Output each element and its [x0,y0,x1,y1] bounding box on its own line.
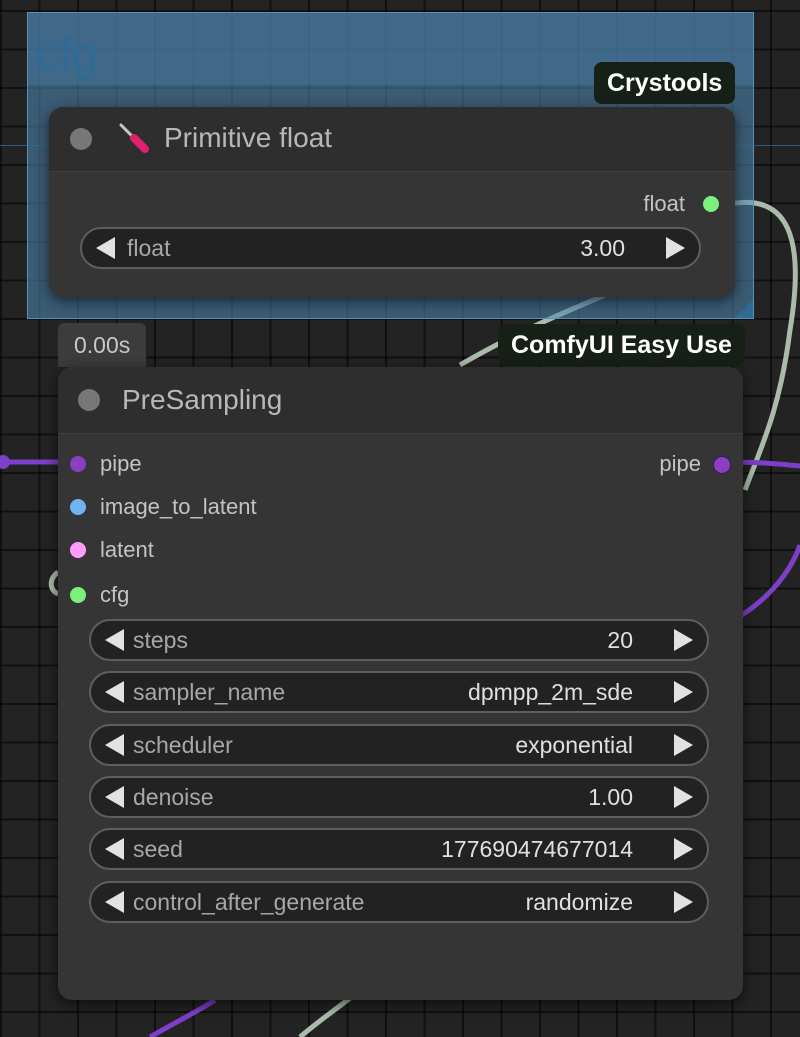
increment-arrow-icon[interactable] [674,838,693,860]
output-label: pipe [659,451,701,476]
screwdriver-icon [119,123,149,153]
output-slot-pipe[interactable]: pipe [659,449,731,479]
steps-widget[interactable]: steps 20 [89,619,709,661]
increment-arrow-icon[interactable] [674,891,693,913]
presampling-titlebar[interactable]: PreSampling [58,367,743,434]
increment-arrow-icon[interactable] [666,237,685,259]
decrement-arrow-icon[interactable] [105,681,124,703]
increment-arrow-icon[interactable] [674,786,693,808]
collapse-dot-icon[interactable] [78,389,100,411]
increment-arrow-icon[interactable] [674,734,693,756]
control-after-generate-widget[interactable]: control_after_generate randomize [89,881,709,923]
widget-label: sampler_name [133,679,286,705]
input-dot-icon[interactable] [70,542,86,558]
widget-label: scheduler [133,732,233,758]
link-float-left [48,570,60,597]
widget-value[interactable]: 1.00 [588,778,633,816]
decrement-arrow-icon[interactable] [96,237,115,259]
primitive-float-titlebar[interactable]: Primitive float [49,107,735,172]
widget-label: steps [133,627,188,653]
output-dot-icon[interactable] [713,456,731,474]
widget-value[interactable]: 177690474677014 [441,830,633,868]
scheduler-widget[interactable]: scheduler exponential [89,724,709,766]
decrement-arrow-icon[interactable] [105,629,124,651]
widget-value[interactable]: randomize [526,883,633,921]
node-title: PreSampling [122,384,283,415]
decrement-arrow-icon[interactable] [105,838,124,860]
execution-time-badge: 0.00s [58,323,147,367]
widget-value[interactable]: dpmpp_2m_sde [468,673,633,711]
input-dot-icon[interactable] [70,587,86,603]
link-pipe-right [740,544,800,618]
input-slot-image-to-latent[interactable]: image_to_latent [70,492,257,522]
widget-value[interactable]: 3.00 [580,229,625,267]
widget-label: seed [133,836,183,862]
input-dot-icon[interactable] [70,499,86,515]
collapse-dot-icon[interactable] [70,128,92,150]
increment-arrow-icon[interactable] [674,681,693,703]
decrement-arrow-icon[interactable] [105,734,124,756]
link-endpoint [0,455,10,469]
input-label: image_to_latent [100,494,257,519]
widget-value[interactable]: exponential [515,726,633,764]
seed-widget[interactable]: seed 177690474677014 [89,828,709,870]
input-dot-icon[interactable] [70,456,86,472]
decrement-arrow-icon[interactable] [105,891,124,913]
input-slot-pipe[interactable]: pipe [70,449,142,479]
input-label: latent [100,537,154,562]
link-pipe-bottom [148,997,217,1037]
widget-value[interactable]: 20 [607,621,633,659]
increment-arrow-icon[interactable] [674,629,693,651]
output-label: float [643,191,685,216]
output-dot-icon[interactable] [703,196,719,212]
input-label: cfg [100,582,130,607]
group-title: cfg [36,28,98,80]
primitive-float-node[interactable]: Primitive float float float 3.00 [49,107,735,297]
crystools-badge: Crystools [594,62,736,104]
output-slot-float[interactable]: float [643,189,719,219]
group-resize-handle[interactable] [735,300,753,318]
denoise-widget[interactable]: denoise 1.00 [89,776,709,818]
input-slot-latent[interactable]: latent [70,535,154,565]
widget-label: control_after_generate [133,889,365,915]
input-label: pipe [100,451,142,476]
presampling-node[interactable]: PreSampling pipe image_to_latent latent … [58,367,743,1000]
widget-label: denoise [133,784,214,810]
float-widget[interactable]: float 3.00 [80,227,701,269]
node-title: Primitive float [164,122,333,153]
decrement-arrow-icon[interactable] [105,786,124,808]
easy-use-badge: ComfyUI Easy Use [498,324,745,366]
input-slot-cfg[interactable]: cfg [70,580,129,610]
widget-label: float [127,235,171,261]
sampler-name-widget[interactable]: sampler_name dpmpp_2m_sde [89,671,709,713]
link-float-bottom [298,996,352,1037]
